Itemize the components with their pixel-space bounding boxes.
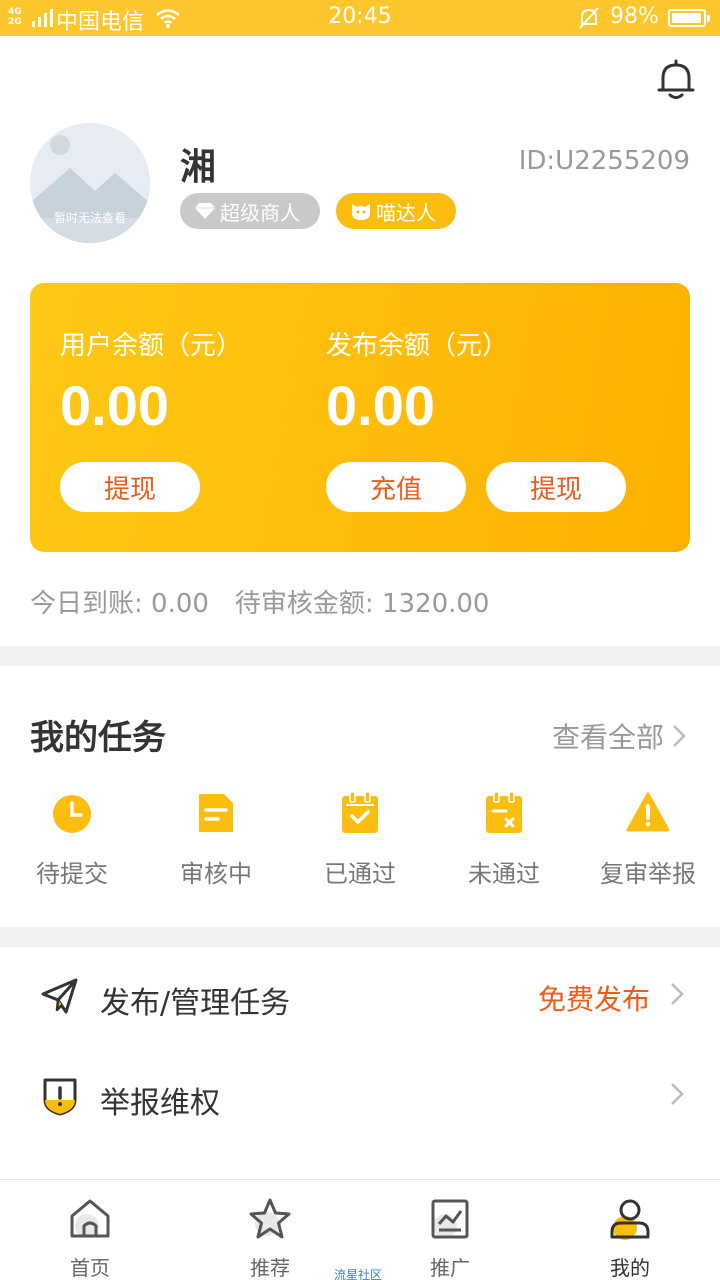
notification-bell-icon[interactable] bbox=[654, 58, 698, 102]
pending-amount: 待审核金额: 1320.00 bbox=[234, 589, 490, 619]
clock-icon bbox=[53, 795, 91, 833]
clipboard-x-icon bbox=[486, 791, 522, 833]
tab-label: 我的 bbox=[610, 1256, 650, 1280]
chevron-right-icon bbox=[673, 725, 686, 747]
section-divider bbox=[0, 927, 720, 947]
paper-plane-icon bbox=[41, 978, 78, 1014]
merchant-badge: 超级商人 bbox=[180, 193, 320, 229]
task-label: 已通过 bbox=[324, 860, 396, 888]
avatar[interactable]: 暂时无法查看 bbox=[30, 123, 150, 243]
task-label: 未通过 bbox=[468, 860, 540, 888]
task-rejected[interactable]: 未通过 bbox=[432, 790, 576, 889]
watermark-text: 流星社区 bbox=[334, 1268, 383, 1280]
publish-balance-label: 发布余额（元） bbox=[326, 331, 509, 361]
view-all-link[interactable]: 查看全部 bbox=[552, 716, 686, 756]
document-icon bbox=[199, 794, 233, 832]
task-approved[interactable]: 已通过 bbox=[288, 790, 432, 889]
balance-card: 用户余额（元） 0.00 提现 发布余额（元） 0.00 充值 提现 bbox=[30, 283, 690, 552]
report-rights-row[interactable]: 举报维权 bbox=[0, 1048, 720, 1148]
battery-percent: 98% bbox=[610, 4, 659, 29]
shield-alert-icon bbox=[43, 1078, 77, 1116]
task-pending-submit[interactable]: 待提交 bbox=[0, 790, 144, 889]
user-withdraw-button[interactable]: 提现 bbox=[60, 462, 200, 512]
user-icon bbox=[610, 1199, 650, 1240]
tasks-title: 我的任务 bbox=[30, 718, 166, 758]
tab-label: 首页 bbox=[70, 1256, 110, 1280]
status-bar: 4G 2G 中国电信 20:45 98% bbox=[0, 0, 720, 36]
tab-label: 推广 bbox=[430, 1256, 470, 1280]
today-received: 今日到账: 0.00 bbox=[30, 589, 209, 619]
task-label: 审核中 bbox=[180, 860, 252, 888]
home-icon bbox=[70, 1199, 110, 1238]
recharge-button[interactable]: 充值 bbox=[326, 462, 466, 512]
publish-manage-row[interactable]: 发布/管理任务 免费发布 bbox=[0, 948, 720, 1048]
section-divider bbox=[0, 646, 720, 666]
avatar-placeholder-text: 暂时无法查看 bbox=[53, 211, 126, 225]
tab-recommend[interactable]: 推荐 bbox=[210, 1196, 330, 1280]
tab-promote[interactable]: 推广 bbox=[390, 1196, 510, 1280]
chevron-right-icon bbox=[671, 1083, 684, 1105]
battery-icon bbox=[668, 9, 710, 27]
user-balance-label: 用户余额（元） bbox=[60, 331, 243, 361]
task-label: 复审举报 bbox=[600, 860, 696, 888]
user-name: 湘 bbox=[180, 147, 217, 188]
view-all-label: 查看全部 bbox=[551, 721, 664, 754]
publish-withdraw-button[interactable]: 提现 bbox=[486, 462, 626, 512]
star-icon bbox=[249, 1198, 291, 1239]
report-rights-label: 举报维权 bbox=[100, 1086, 220, 1121]
warning-icon bbox=[626, 792, 670, 832]
tab-label: 推荐 bbox=[250, 1256, 290, 1280]
user-id: ID:U2255209 bbox=[518, 146, 690, 176]
chart-icon bbox=[431, 1199, 469, 1239]
diamond-icon bbox=[195, 203, 215, 219]
free-publish-label: 免费发布 bbox=[537, 983, 650, 1016]
user-balance-amount: 0.00 bbox=[60, 374, 169, 437]
task-under-review[interactable]: 审核中 bbox=[144, 790, 288, 889]
task-re-review-report[interactable]: 复审举报 bbox=[576, 790, 720, 889]
merchant-badge-label: 超级商人 bbox=[220, 200, 300, 225]
miao-badge: 喵达人 bbox=[336, 193, 456, 229]
publish-balance-amount: 0.00 bbox=[326, 374, 435, 437]
miao-badge-label: 喵达人 bbox=[376, 200, 436, 225]
chevron-right-icon bbox=[671, 983, 684, 1005]
cat-face-icon bbox=[352, 204, 370, 220]
bottom-tab-bar: 首页 推荐 推广 我的 bbox=[0, 1179, 720, 1280]
publish-manage-label: 发布/管理任务 bbox=[100, 986, 291, 1021]
tab-mine[interactable]: 我的 bbox=[570, 1196, 690, 1280]
task-label: 待提交 bbox=[36, 860, 108, 888]
balance-summary: 今日到账: 0.00 待审核金额: 1320.00 bbox=[30, 583, 489, 620]
tab-home[interactable]: 首页 bbox=[30, 1196, 150, 1280]
mute-icon bbox=[579, 7, 599, 29]
clipboard-check-icon bbox=[342, 791, 378, 833]
